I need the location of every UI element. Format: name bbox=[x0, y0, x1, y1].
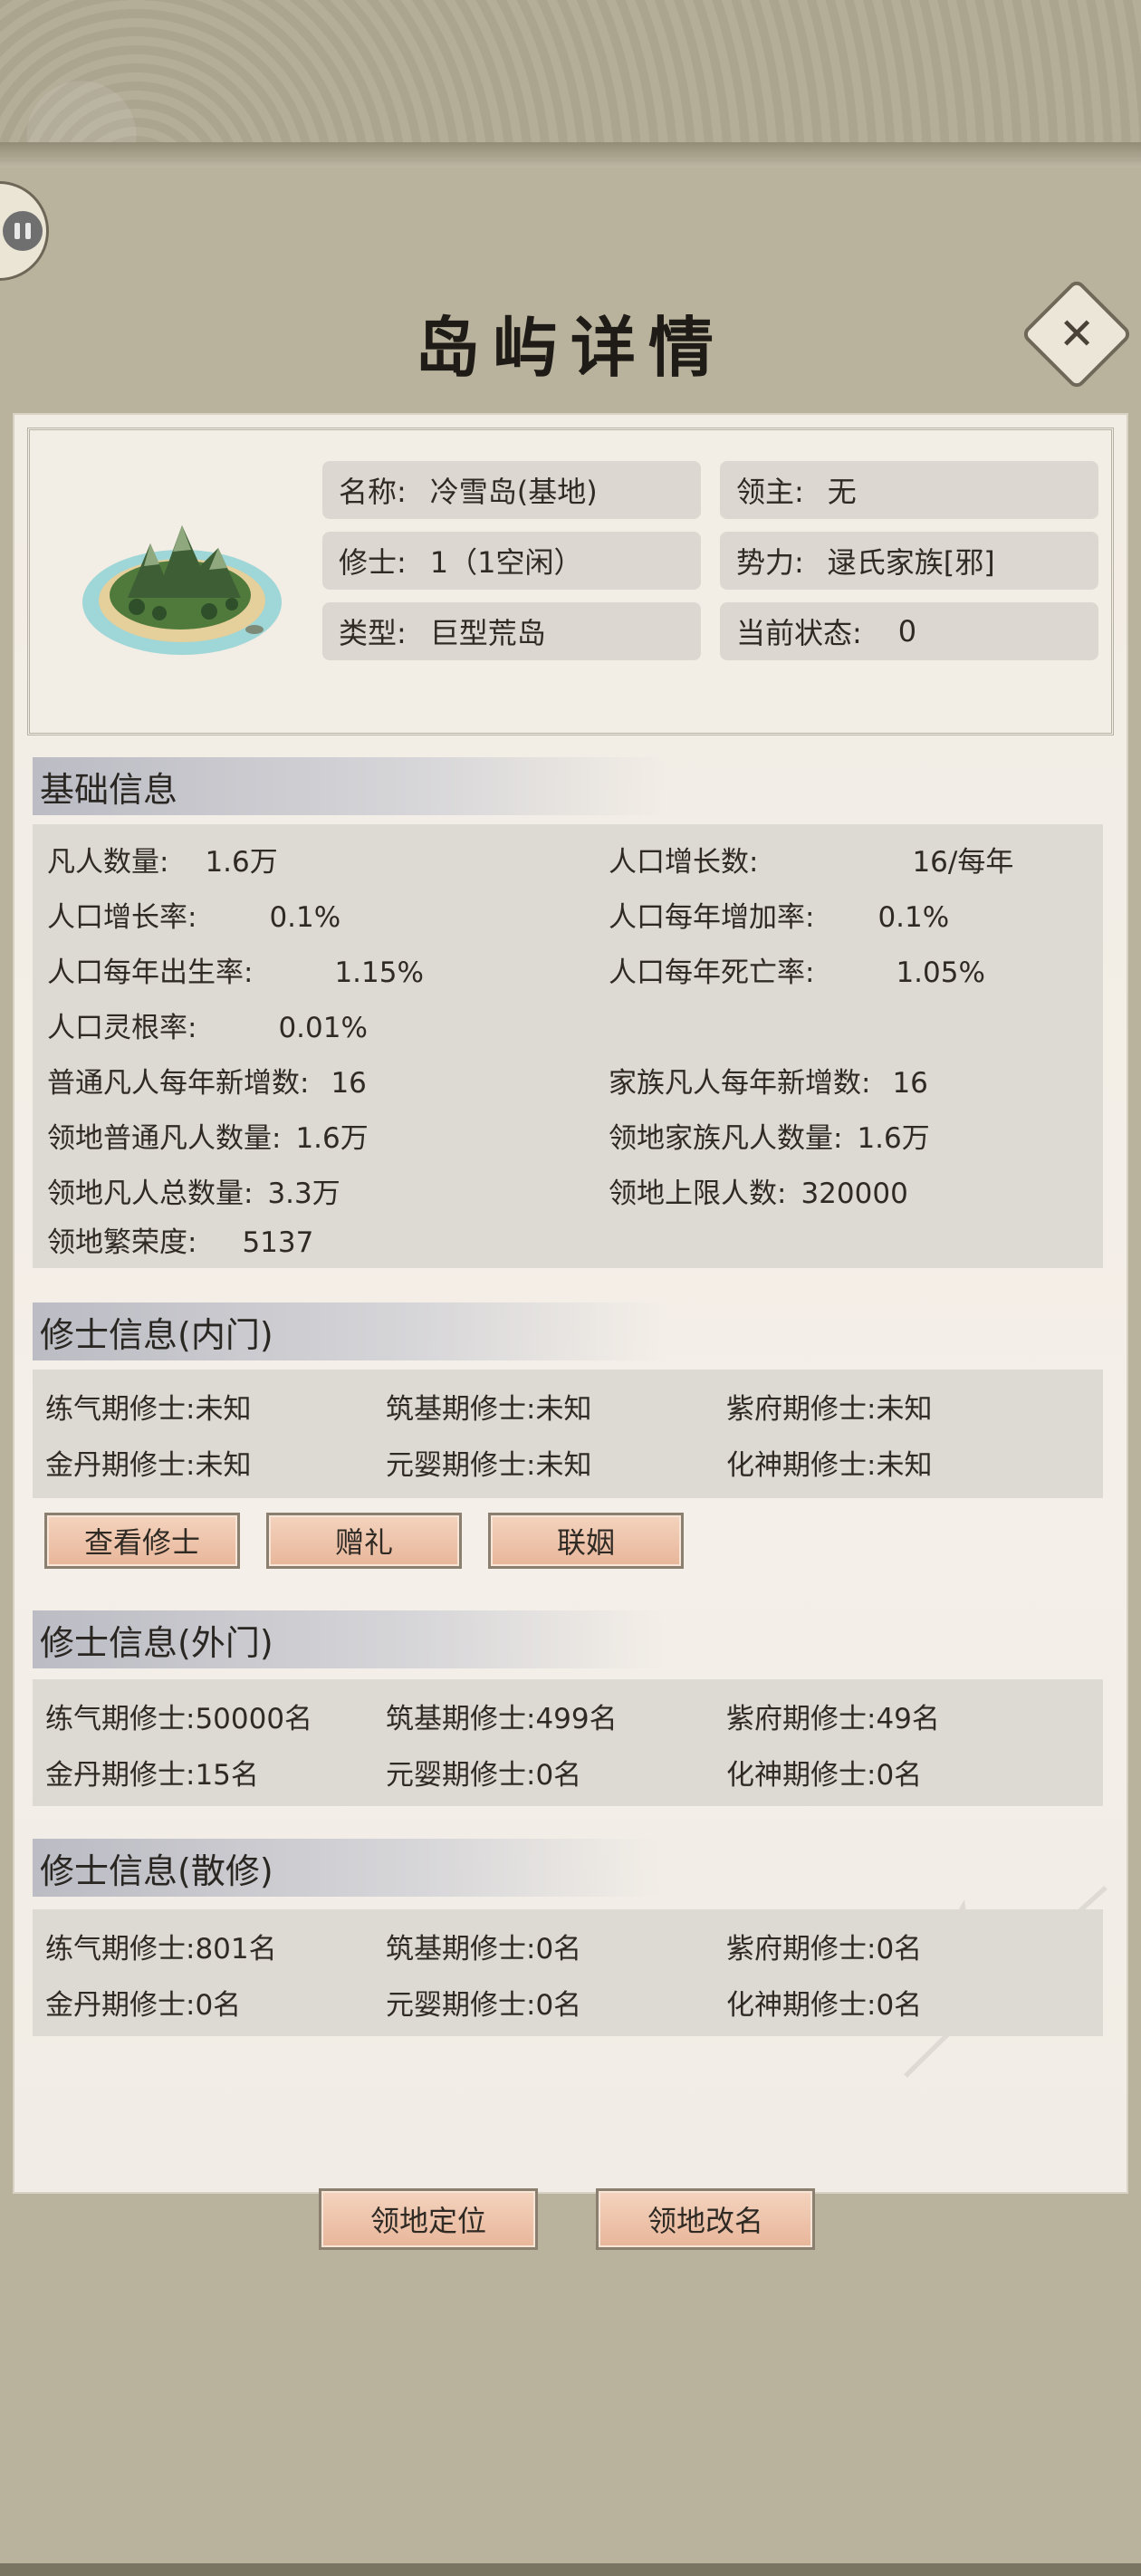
top-decoration bbox=[0, 0, 1141, 168]
common-mortal-new: 普通凡人每年新增数: 16 bbox=[47, 1067, 367, 1100]
lord-value: 无 bbox=[827, 475, 857, 509]
rogue-deity: 化神期修士:0名 bbox=[726, 1989, 923, 2022]
territory-total-mortals: 领地凡人总数量: 3.3万 bbox=[47, 1177, 340, 1210]
inner-golden-core: 金丹期修士:未知 bbox=[45, 1449, 252, 1482]
outer-purple-mansion: 紫府期修士:49名 bbox=[726, 1703, 940, 1735]
outer-sect-header: 修士信息(外门) bbox=[33, 1610, 666, 1668]
rename-territory-button[interactable]: 领地改名 bbox=[596, 2188, 815, 2250]
island-name: 冷雪岛(基地) bbox=[429, 475, 598, 509]
bottom-border bbox=[0, 2563, 1141, 2576]
rogue-nascent-soul: 元婴期修士:0名 bbox=[386, 1989, 582, 2022]
island-detail-panel: 名称: 冷雪岛(基地) 领主: 无 修士: 1（1空闲） 势力: 逯氏家族[邪]… bbox=[14, 415, 1127, 2244]
rogue-foundation: 筑基期修士:0名 bbox=[386, 1933, 582, 1966]
outer-sect-body: 练气期修士:50000名 筑基期修士:499名 紫府期修士:49名 金丹期修士:… bbox=[33, 1679, 1103, 1806]
locate-territory-button[interactable]: 领地定位 bbox=[319, 2188, 538, 2250]
rogue-qi-refining: 练气期修士:801名 bbox=[45, 1933, 277, 1966]
close-icon: ✕ bbox=[1058, 309, 1096, 360]
page-title: 岛屿详情 bbox=[414, 309, 726, 386]
inner-sect-header: 修士信息(内门) bbox=[33, 1302, 666, 1360]
outer-nascent-soul: 元婴期修士:0名 bbox=[386, 1759, 582, 1792]
territory-family-mortals: 领地家族凡人数量: 1.6万 bbox=[609, 1122, 930, 1155]
territory-common-mortals: 领地普通凡人数量: 1.6万 bbox=[47, 1122, 369, 1155]
inner-purple-mansion: 紫府期修士:未知 bbox=[726, 1393, 933, 1426]
birth-rate: 人口每年出生率: 1.15% bbox=[47, 956, 424, 989]
pause-icon bbox=[3, 211, 43, 251]
inner-foundation: 筑基期修士:未知 bbox=[386, 1393, 592, 1426]
basic-info-header: 基础信息 bbox=[33, 757, 666, 815]
island-name-field: 名称: 冷雪岛(基地) bbox=[322, 461, 701, 519]
outer-foundation: 筑基期修士:499名 bbox=[386, 1703, 618, 1735]
annual-increase-rate: 人口每年增加率: 0.1% bbox=[609, 901, 950, 934]
spirit-root-rate: 人口灵根率: 0.01% bbox=[47, 1012, 368, 1044]
basic-info-body: 凡人数量: 1.6万 人口增长数: 16/每年 人口增长率: 0.1% 人口每年增加率… bbox=[33, 824, 1103, 1268]
inner-sect-body: 练气期修士:未知 筑基期修士:未知 紫府期修士:未知 金丹期修士:未知 元婴期修… bbox=[33, 1370, 1103, 1498]
status-field: 当前状态: 0 bbox=[720, 602, 1098, 660]
rogue-purple-mansion: 紫府期修士:0名 bbox=[726, 1933, 923, 1966]
rogue-golden-core: 金丹期修士:0名 bbox=[45, 1989, 242, 2022]
outer-deity: 化神期修士:0名 bbox=[726, 1759, 923, 1792]
rogue-cultivators-body: 练气期修士:801名 筑基期修士:0名 紫府期修士:0名 金丹期修士:0名 元婴… bbox=[33, 1909, 1103, 2036]
view-cultivators-button[interactable]: 查看修士 bbox=[44, 1513, 240, 1569]
island-image bbox=[82, 525, 282, 655]
outer-golden-core: 金丹期修士:15名 bbox=[45, 1759, 259, 1792]
prosperity: 领地繁荣度: 5137 bbox=[47, 1226, 314, 1259]
death-rate: 人口每年死亡率: 1.05% bbox=[609, 956, 985, 989]
back-button[interactable] bbox=[0, 181, 49, 281]
status-value: 0 bbox=[897, 614, 917, 649]
inner-deity: 化神期修士:未知 bbox=[726, 1449, 933, 1482]
family-mortal-new: 家族凡人每年新增数: 16 bbox=[609, 1067, 928, 1100]
population-growth: 人口增长数: 16/每年 bbox=[609, 846, 1014, 879]
outer-qi-refining: 练气期修士:50000名 bbox=[45, 1703, 313, 1735]
gift-button[interactable]: 赠礼 bbox=[266, 1513, 462, 1569]
type-field: 类型: 巨型荒岛 bbox=[322, 602, 701, 660]
mortal-count: 凡人数量: 1.6万 bbox=[47, 846, 278, 879]
inner-qi-refining: 练气期修士:未知 bbox=[45, 1393, 252, 1426]
marriage-button[interactable]: 联姻 bbox=[488, 1513, 684, 1569]
faction-field: 势力: 逯氏家族[邪] bbox=[720, 532, 1098, 590]
territory-population-cap: 领地上限人数: 320000 bbox=[609, 1177, 908, 1210]
cultivator-value: 1（1空闲） bbox=[429, 545, 583, 580]
inner-nascent-soul: 元婴期修士:未知 bbox=[386, 1449, 592, 1482]
faction-value: 逯氏家族[邪] bbox=[827, 545, 995, 580]
cultivator-field: 修士: 1（1空闲） bbox=[322, 532, 701, 590]
type-value: 巨型荒岛 bbox=[429, 616, 546, 650]
lord-field: 领主: 无 bbox=[720, 461, 1098, 519]
rogue-cultivators-header: 修士信息(散修) bbox=[33, 1839, 666, 1897]
island-summary: 名称: 冷雪岛(基地) 领主: 无 修士: 1（1空闲） 势力: 逯氏家族[邪]… bbox=[27, 428, 1114, 735]
growth-rate: 人口增长率: 0.1% bbox=[47, 901, 341, 934]
